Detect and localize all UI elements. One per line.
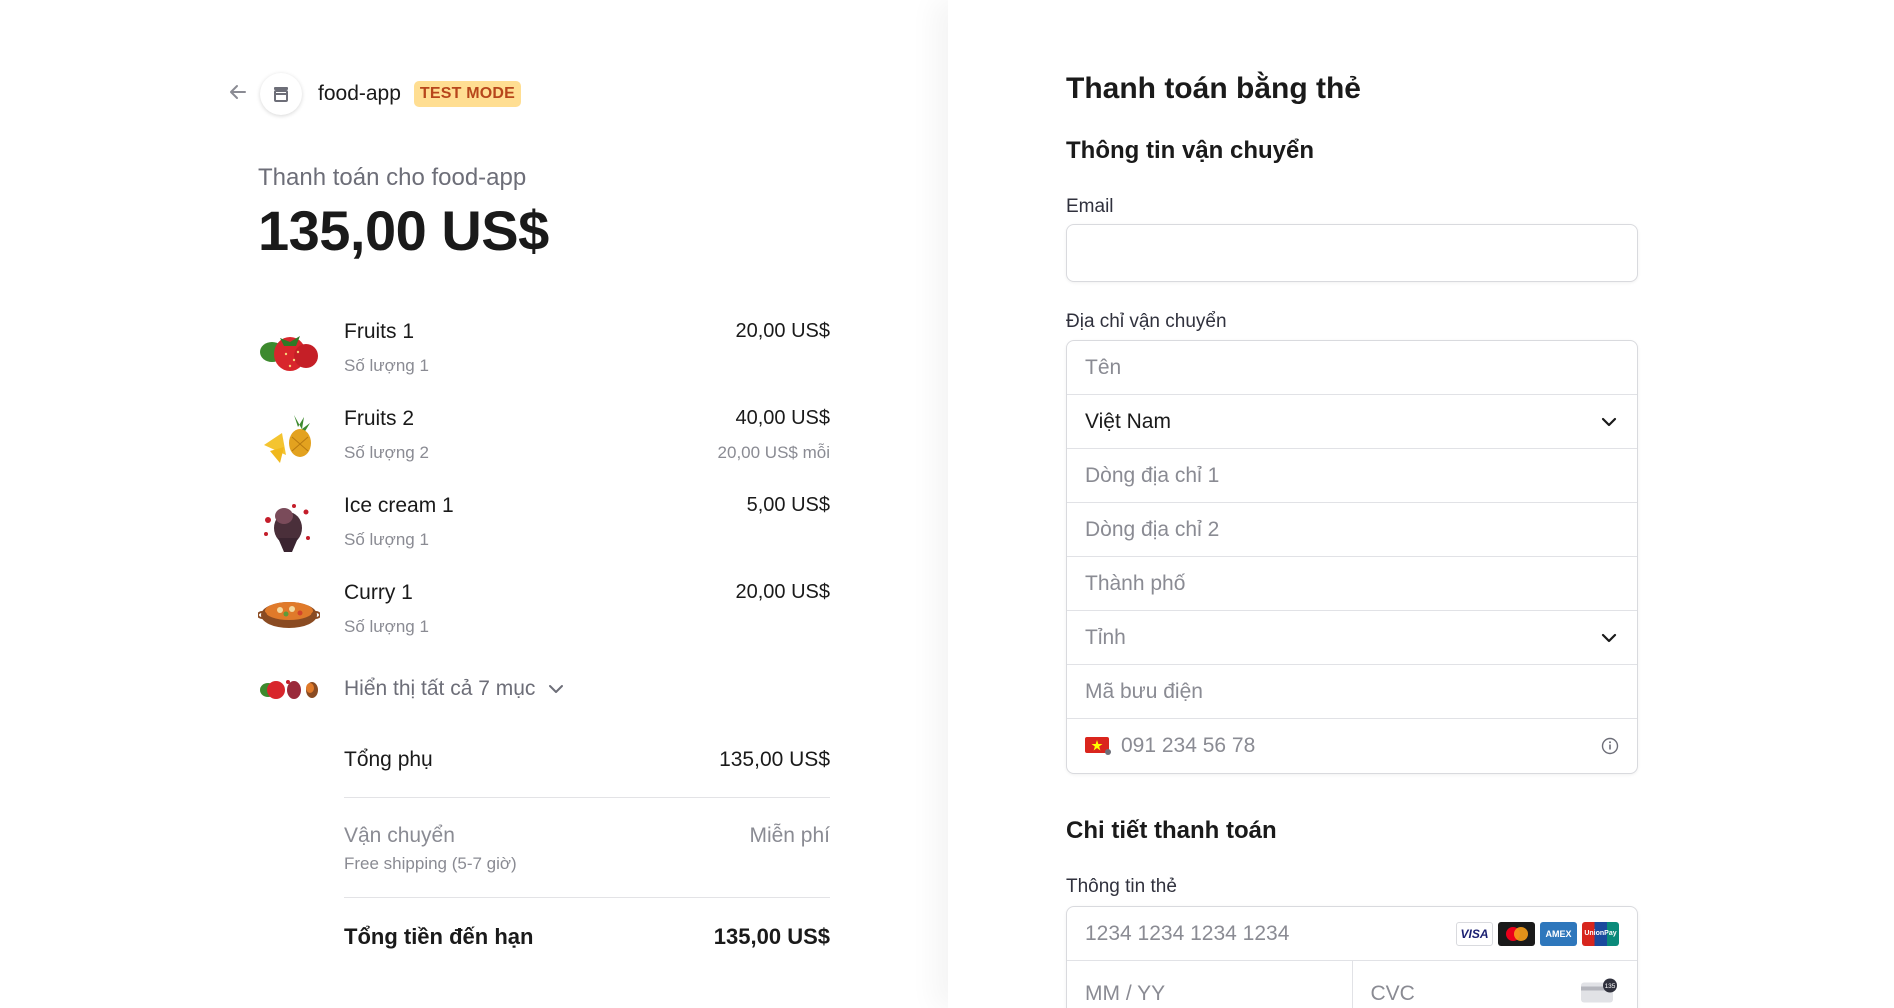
country-value: Việt Nam: [1085, 409, 1171, 433]
card-brands: VISA AMEX UnionPay: [1456, 921, 1619, 946]
back-button[interactable]: [224, 80, 252, 108]
strawberry-icon: [258, 324, 320, 378]
postal-code-placeholder: Mã bưu điện: [1085, 679, 1203, 703]
curry-icon: [257, 585, 321, 639]
expiry-input[interactable]: MM / YY: [1067, 961, 1352, 1008]
item-thumbnails-stack: [258, 674, 320, 704]
line-item: Ice cream 1 Số lượng 1 5,00 US$: [258, 494, 830, 581]
line-item: Fruits 2 Số lượng 2 40,00 US$ 20,00 US$ …: [258, 407, 830, 494]
chevron-down-icon: [1599, 628, 1619, 648]
email-field[interactable]: [1066, 224, 1638, 282]
city-input[interactable]: Thành phố: [1067, 557, 1637, 611]
line-items-list: Fruits 1 Số lượng 1 20,00 US$ Fruits 2 S…: [257, 320, 830, 668]
line-item: Fruits 1 Số lượng 1 20,00 US$: [258, 320, 830, 407]
card-number-placeholder: 1234 1234 1234 1234: [1085, 921, 1290, 945]
test-mode-badge: TEST MODE: [413, 81, 522, 107]
line-item: Curry 1 Số lượng 1 20,00 US$: [257, 581, 830, 668]
merchant-header: food-app TEST MODE: [224, 73, 522, 115]
item-price: 5,00 US$: [746, 494, 830, 516]
payment-details-heading: Chi tiết thanh toán: [1066, 817, 1277, 844]
ice-cream-icon: [258, 498, 320, 552]
amex-icon: AMEX: [1540, 921, 1577, 946]
province-placeholder: Tỉnh: [1085, 625, 1126, 649]
expiry-placeholder: MM / YY: [1085, 982, 1166, 1005]
subtotal-label: Tổng phụ: [344, 748, 433, 771]
item-quantity: Số lượng 1: [344, 617, 429, 636]
store-icon: [260, 73, 302, 115]
item-quantity: Số lượng 1: [344, 530, 429, 549]
cvc-placeholder: CVC: [1370, 982, 1415, 1005]
mastercard-icon: [1498, 921, 1535, 946]
total-due-value: 135,00 US$: [713, 924, 830, 949]
shipping-value: Miễn phí: [749, 824, 830, 847]
store-name: food-app: [318, 82, 401, 105]
arrow-left-icon: [228, 82, 248, 107]
order-summary-panel: food-app TEST MODE Thanh toán cho food-a…: [0, 0, 948, 1008]
postal-code-input[interactable]: Mã bưu điện: [1067, 665, 1637, 719]
name-input[interactable]: Tên: [1067, 341, 1637, 395]
total-amount: 135,00 US$: [258, 199, 549, 262]
chevron-down-icon: [547, 680, 565, 698]
form-title: Thanh toán bằng thẻ: [1066, 72, 1361, 105]
city-placeholder: Thành phố: [1085, 571, 1186, 595]
info-icon[interactable]: [1601, 737, 1619, 755]
name-placeholder: Tên: [1085, 355, 1122, 379]
country-select[interactable]: Việt Nam: [1067, 395, 1637, 449]
item-price: 20,00 US$: [735, 581, 830, 603]
address-line2-placeholder: Dòng địa chỉ 2: [1085, 517, 1220, 541]
item-name: Fruits 2: [344, 407, 415, 430]
show-all-items-toggle[interactable]: Hiển thị tất cả 7 mục: [258, 671, 565, 707]
total-due-label: Tổng tiền đến hạn: [344, 924, 534, 949]
unionpay-icon: UnionPay: [1582, 921, 1619, 946]
item-name: Fruits 1: [344, 320, 415, 343]
email-label: Email: [1066, 196, 1114, 217]
address-line1-placeholder: Dòng địa chỉ 1: [1085, 463, 1220, 487]
visa-icon: VISA: [1456, 921, 1493, 946]
chevron-down-icon: [1599, 412, 1619, 432]
item-quantity: Số lượng 1: [344, 356, 429, 375]
card-number-input[interactable]: 1234 1234 1234 1234 VISA AMEX UnionPay: [1067, 907, 1637, 961]
divider: [344, 797, 830, 798]
cvc-input[interactable]: CVC 135: [1351, 961, 1638, 1008]
shipping-row: Vận chuyển Free shipping (5-7 giờ) Miễn …: [344, 824, 830, 874]
vietnam-flag-icon: [1085, 737, 1111, 755]
subtotal-value: 135,00 US$: [719, 748, 830, 771]
phone-placeholder: 091 234 56 78: [1121, 734, 1256, 757]
shipping-info-heading: Thông tin vận chuyển: [1066, 137, 1315, 164]
item-name: Curry 1: [344, 581, 413, 604]
pay-for-label: Thanh toán cho food-app: [258, 164, 527, 191]
total-due-row: Tổng tiền đến hạn 135,00 US$: [344, 924, 830, 950]
show-all-label: Hiển thị tất cả 7 mục: [344, 677, 536, 700]
card-input-group: 1234 1234 1234 1234 VISA AMEX UnionPay M…: [1066, 906, 1638, 1008]
card-expiry-cvc-row: MM / YY CVC 135: [1067, 961, 1637, 1008]
item-price: 20,00 US$: [735, 320, 830, 342]
province-select[interactable]: Tỉnh: [1067, 611, 1637, 665]
divider: [344, 897, 830, 898]
item-price: 40,00 US$: [735, 407, 830, 429]
item-unit-price: 20,00 US$ mỗi: [717, 443, 830, 462]
cvc-card-icon: 135: [1579, 978, 1619, 1008]
cvc-icon-text: 135: [1605, 983, 1616, 990]
shipping-address-group: Tên Việt Nam Dòng địa chỉ 1 Dòng địa chỉ…: [1066, 340, 1638, 774]
item-quantity: Số lượng 2: [344, 443, 429, 462]
card-info-label: Thông tin thẻ: [1066, 876, 1177, 897]
shipping-label: Vận chuyển: [344, 824, 455, 847]
shipping-method: Free shipping (5-7 giờ): [344, 854, 517, 873]
address-line1-input[interactable]: Dòng địa chỉ 1: [1067, 449, 1637, 503]
item-name: Ice cream 1: [344, 494, 454, 517]
pineapple-icon: [258, 411, 320, 465]
phone-input[interactable]: 091 234 56 78: [1067, 719, 1637, 773]
shipping-address-label: Địa chỉ vận chuyển: [1066, 311, 1227, 332]
subtotal-row: Tổng phụ 135,00 US$: [344, 748, 830, 772]
address-line2-input[interactable]: Dòng địa chỉ 2: [1067, 503, 1637, 557]
checkout-page: food-app TEST MODE Thanh toán cho food-a…: [0, 0, 1894, 1008]
